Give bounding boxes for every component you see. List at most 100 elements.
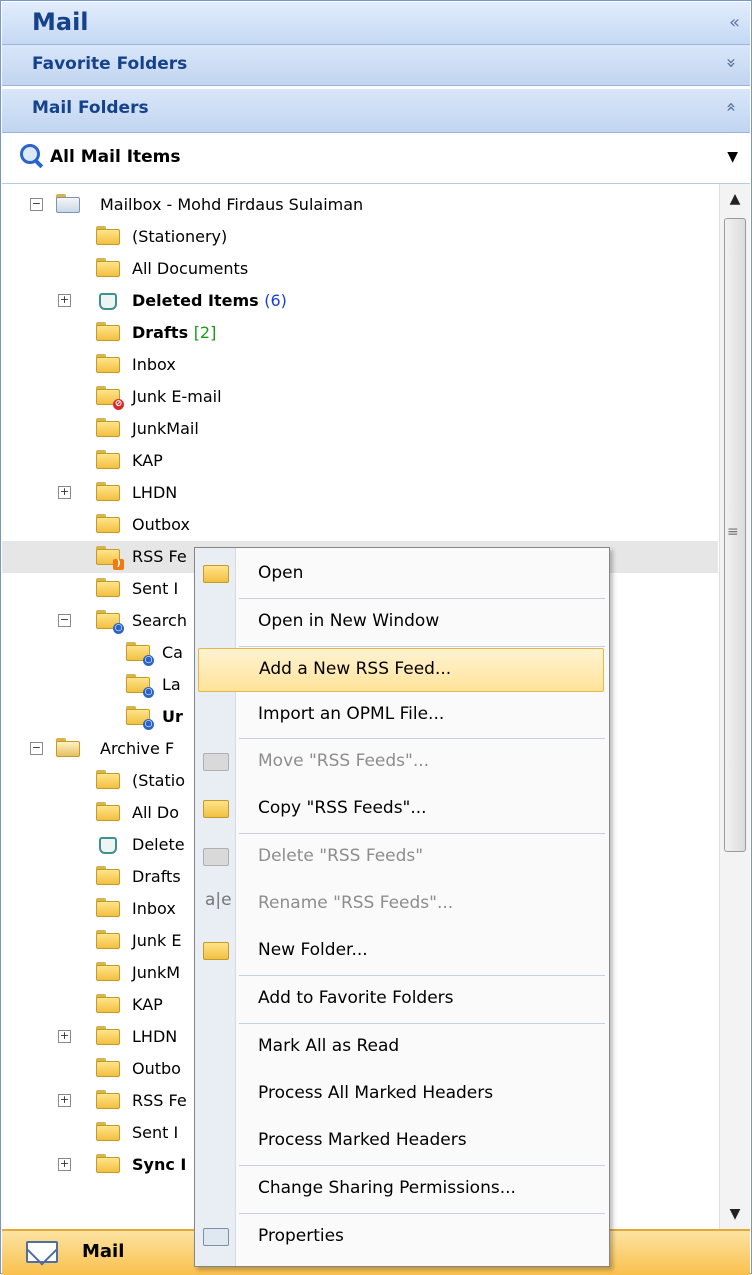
folder-icon [96,1058,120,1078]
tree-item-label: Deleted Items (6) [132,291,287,310]
scroll-up-arrow-icon[interactable]: ▲ [720,184,750,214]
collapse-icon[interactable]: − [58,614,71,627]
menu-item-delete[interactable]: Delete "RSS Feeds" [195,835,609,879]
menu-item-mark-all-read[interactable]: Mark All as Read [195,1025,609,1069]
menu-item-move[interactable]: Move "RSS Feeds"... [195,740,609,784]
tree-item-label: Sync I [132,1155,187,1174]
tree-item-label: Ur [162,707,183,726]
tree-item-label: (Stationery) [132,227,228,246]
folder-icon [96,226,120,246]
menu-item-new-folder[interactable]: New Folder... [195,929,609,973]
dropdown-arrow-icon[interactable]: ▼ [727,149,738,165]
deleted-items-icon [96,290,120,310]
scroll-down-arrow-icon[interactable]: ▼ [720,1199,750,1229]
menu-item-add-rss-feed[interactable]: Add a New RSS Feed... [198,648,604,692]
tree-item-drafts[interactable]: Drafts [2] [2,317,718,349]
folder-icon [96,962,120,982]
tree-item-junk-email[interactable]: ⊘ Junk E-mail [2,381,718,413]
tree-item-label: Inbox [132,355,176,374]
outbox-icon [96,514,120,534]
tree-item-junkmail[interactable]: JunkMail [2,413,718,445]
menu-item-process-all-marked[interactable]: Process All Marked Headers [195,1072,609,1116]
expand-icon[interactable]: + [58,294,71,307]
mail-envelope-icon [26,1241,58,1263]
tree-item-inbox[interactable]: Inbox [2,349,718,381]
search-folder-icon: ○ [126,642,154,666]
tree-item-label: JunkMail [132,419,199,438]
tree-item-label: KAP [132,995,163,1014]
tree-item-label: Outbox [132,515,190,534]
tree-item-label: Sent I [132,579,179,598]
tree-item-mailbox[interactable]: − Mailbox - Mohd Firdaus Sulaiman [2,189,718,221]
deleted-items-icon [96,834,120,854]
folder-icon [96,1090,120,1110]
menu-separator [239,738,605,739]
tree-item-lhdn[interactable]: + LHDN [2,477,718,509]
folder-icon [96,1026,120,1046]
expand-favorites-icon[interactable]: » [721,58,741,68]
menu-item-add-favorites[interactable]: Add to Favorite Folders [195,977,609,1021]
favorite-folders-header[interactable]: Favorite Folders » [2,45,750,86]
menu-item-open-new-window[interactable]: Open in New Window [195,600,609,644]
tree-item-label: (Statio [132,771,185,790]
search-folder-icon: ○ [126,674,154,698]
rss-feeds-icon: ) [96,546,124,570]
tree-item-label: Mailbox - Mohd Firdaus Sulaiman [100,195,364,214]
collapse-mail-folders-icon[interactable]: « [721,102,741,112]
menu-item-process-marked[interactable]: Process Marked Headers [195,1119,609,1163]
open-folder-icon [203,561,229,585]
tree-item-deleted-items[interactable]: + Deleted Items (6) [2,285,718,317]
tree-item-label: Inbox [132,899,176,918]
menu-item-import-opml[interactable]: Import an OPML File... [195,693,609,737]
folder-icon [96,1154,120,1174]
tree-item-label: Search [132,611,187,630]
move-folder-icon [203,749,229,773]
collapse-pane-icon[interactable]: « [729,12,740,33]
mail-folders-header[interactable]: Mail Folders « [2,89,750,133]
tree-item-kap[interactable]: KAP [2,445,718,477]
menu-separator [239,1213,605,1214]
folder-icon [96,770,120,790]
expand-icon[interactable]: + [58,1030,71,1043]
collapse-icon[interactable]: − [30,198,43,211]
vertical-scrollbar[interactable]: ▲ ≡ ▼ [719,184,750,1229]
menu-item-copy[interactable]: Copy "RSS Feeds"... [195,787,609,831]
collapse-icon[interactable]: − [30,742,43,755]
tree-item-label: All Do [132,803,180,822]
search-folder-icon: ○ [126,706,154,730]
folder-icon [96,930,120,950]
folder-icon [96,802,120,822]
menu-item-open[interactable]: Open [195,552,609,596]
search-folder-icon: ○ [96,610,124,634]
folder-icon [96,1122,120,1142]
tree-item-label: RSS Fe [132,547,187,566]
inbox-icon [96,354,120,374]
scrollbar-grip-icon: ≡ [727,524,739,540]
tree-item-outbox[interactable]: Outbox [2,509,718,541]
tree-item-label: KAP [132,451,163,470]
menu-item-properties[interactable]: Properties [195,1215,609,1259]
pane-title: Mail [32,8,89,36]
expand-icon[interactable]: + [58,1094,71,1107]
sent-items-icon [96,578,120,598]
menu-separator [239,646,605,647]
tree-item-stationery[interactable]: (Stationery) [2,221,718,253]
menu-item-rename[interactable]: a|e Rename "RSS Feeds"... [195,882,609,926]
menu-separator [239,975,605,976]
tree-item-label: La [162,675,181,694]
expand-icon[interactable]: + [58,1158,71,1171]
folder-icon [96,418,120,438]
tree-item-label: All Documents [132,259,249,278]
menu-separator [239,1165,605,1166]
expand-icon[interactable]: + [58,486,71,499]
tree-item-label: LHDN [132,483,178,502]
tree-item-all-documents[interactable]: All Documents [2,253,718,285]
tree-item-label: Delete [132,835,185,854]
menu-item-sharing-permissions[interactable]: Change Sharing Permissions... [195,1167,609,1211]
view-selector[interactable]: All Mail Items ▼ [2,133,750,184]
tree-item-label: Junk E [132,931,182,950]
tree-item-label: LHDN [132,1027,178,1046]
context-menu: Open Open in New Window Add a New RSS Fe… [194,547,610,1267]
menu-separator [239,833,605,834]
junk-email-icon: ⊘ [96,386,124,410]
